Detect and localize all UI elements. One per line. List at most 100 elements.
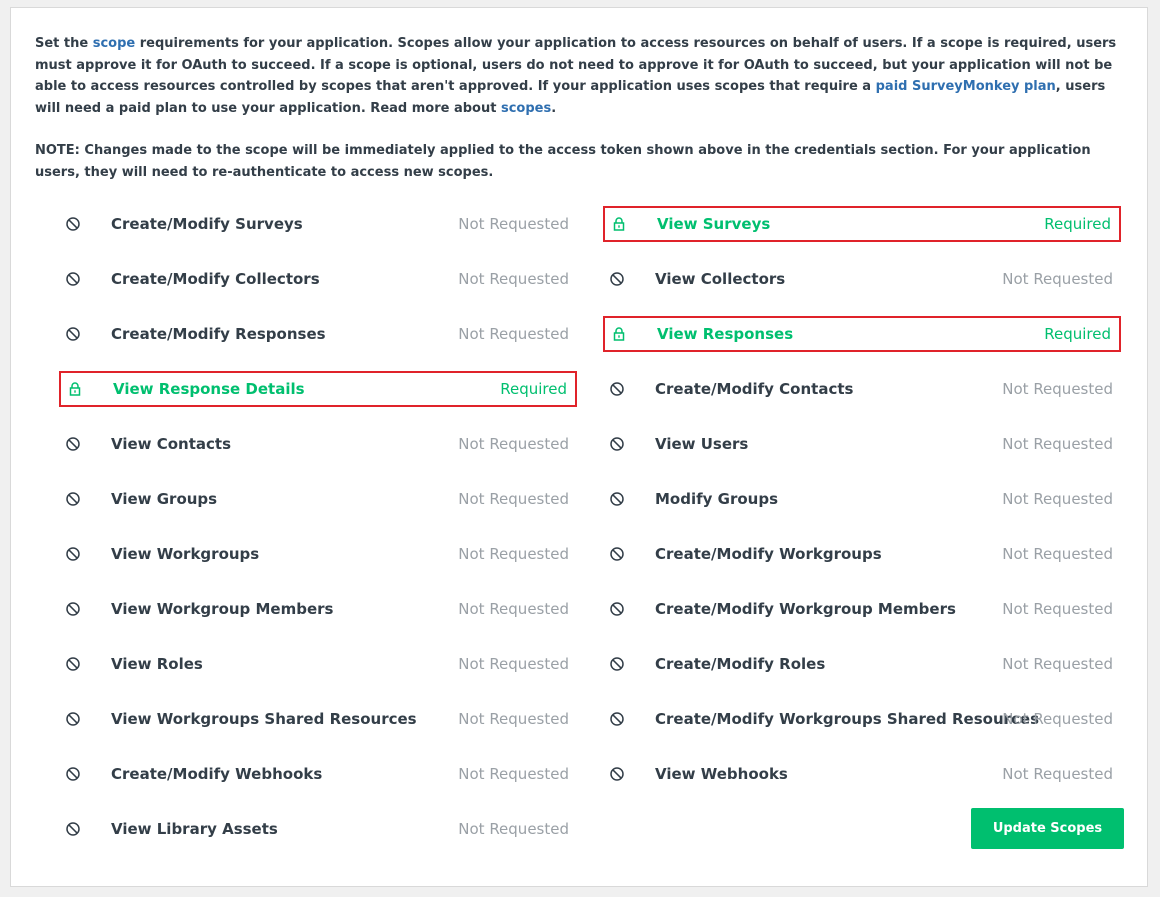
- scope-row[interactable]: View Contacts Not Requested: [59, 426, 577, 462]
- scopes-panel: Set the scope requirements for your appl…: [10, 7, 1148, 887]
- scopes-description: Set the scope requirements for your appl…: [35, 33, 1125, 119]
- scope-status[interactable]: Required: [500, 380, 567, 398]
- block-icon: [609, 436, 625, 452]
- scope-row[interactable]: View Roles Not Requested: [59, 646, 577, 682]
- scope-row[interactable]: View Library Assets Not Requested: [59, 811, 577, 847]
- scope-name: Create/Modify Collectors: [111, 270, 320, 288]
- block-icon: [65, 436, 81, 452]
- scope-status[interactable]: Not Requested: [458, 435, 569, 453]
- block-icon: [609, 546, 625, 562]
- scope-name: View Groups: [111, 490, 218, 508]
- scope-name: Modify Groups: [655, 490, 778, 508]
- scopes-link[interactable]: scopes: [501, 101, 551, 116]
- scopes-note: NOTE: Changes made to the scope will be …: [35, 143, 1091, 180]
- scope-status[interactable]: Not Requested: [1002, 655, 1113, 673]
- block-icon: [65, 271, 81, 287]
- scope-name: Create/Modify Workgroup Members: [655, 600, 956, 618]
- scope-name: Create/Modify Contacts: [655, 380, 854, 398]
- scope-status[interactable]: Not Requested: [1002, 270, 1113, 288]
- block-icon: [65, 766, 81, 782]
- block-icon: [65, 326, 81, 342]
- scope-status[interactable]: Not Requested: [458, 545, 569, 563]
- scope-row[interactable]: Create/Modify Workgroups Shared Resource…: [603, 701, 1121, 737]
- scope-status[interactable]: Not Requested: [458, 765, 569, 783]
- scope-status[interactable]: Not Requested: [1002, 765, 1113, 783]
- update-scopes-button[interactable]: Update Scopes: [971, 808, 1124, 849]
- block-icon: [65, 546, 81, 562]
- block-icon: [65, 601, 81, 617]
- scope-status[interactable]: Not Requested: [1002, 545, 1113, 563]
- scope-name: View Workgroups: [111, 545, 260, 563]
- scope-row[interactable]: View Collectors Not Requested: [603, 261, 1121, 297]
- scope-row[interactable]: Create/Modify Roles Not Requested: [603, 646, 1121, 682]
- scope-name: View Surveys: [657, 215, 771, 233]
- scope-status[interactable]: Not Requested: [458, 270, 569, 288]
- scope-row[interactable]: Modify Groups Not Requested: [603, 481, 1121, 517]
- block-icon: [65, 711, 81, 727]
- scope-row[interactable]: View Users Not Requested: [603, 426, 1121, 462]
- scope-name: Create/Modify Workgroups Shared Resource…: [655, 710, 1040, 728]
- scope-row[interactable]: Create/Modify Collectors Not Requested: [59, 261, 577, 297]
- scope-status[interactable]: Not Requested: [458, 325, 569, 343]
- scope-row[interactable]: View Surveys Required: [603, 206, 1121, 242]
- intro-text: .: [551, 100, 557, 116]
- scope-row[interactable]: Create/Modify Contacts Not Requested: [603, 371, 1121, 407]
- block-icon: [609, 381, 625, 397]
- scope-name: View Roles: [111, 655, 203, 673]
- lock-icon: [611, 326, 627, 342]
- block-icon: [609, 271, 625, 287]
- block-icon: [65, 216, 81, 232]
- scope-status[interactable]: Not Requested: [458, 710, 569, 728]
- scope-name: View Responses: [657, 325, 794, 343]
- scope-status[interactable]: Not Requested: [458, 215, 569, 233]
- scope-row[interactable]: Create/Modify Workgroups Not Requested: [603, 536, 1121, 572]
- block-icon: [609, 656, 625, 672]
- paid-plan-link[interactable]: paid SurveyMonkey plan: [876, 79, 1056, 94]
- block-icon: [609, 601, 625, 617]
- scope-row[interactable]: View Workgroups Not Requested: [59, 536, 577, 572]
- scope-name: View Workgroups Shared Resources: [111, 710, 417, 728]
- scope-row[interactable]: View Response Details Required: [59, 371, 577, 407]
- scope-status[interactable]: Not Requested: [1002, 600, 1113, 618]
- scope-status[interactable]: Not Requested: [458, 600, 569, 618]
- block-icon: [65, 821, 81, 837]
- scope-name: View Collectors: [655, 270, 786, 288]
- scope-status[interactable]: Not Requested: [458, 655, 569, 673]
- scope-row[interactable]: Create/Modify Surveys Not Requested: [59, 206, 577, 242]
- scope-name: View Library Assets: [111, 820, 278, 838]
- scope-row[interactable]: View Responses Required: [603, 316, 1121, 352]
- block-icon: [609, 711, 625, 727]
- scope-name: Create/Modify Roles: [655, 655, 826, 673]
- scope-name: Create/Modify Surveys: [111, 215, 303, 233]
- scope-row[interactable]: Create/Modify Workgroup Members Not Reque…: [603, 591, 1121, 627]
- lock-icon: [611, 216, 627, 232]
- lock-icon: [67, 381, 83, 397]
- intro-text: Set the: [35, 36, 93, 51]
- scope-name: View Users: [655, 435, 749, 453]
- block-icon: [65, 491, 81, 507]
- scope-status[interactable]: Required: [1044, 215, 1111, 233]
- block-icon: [609, 491, 625, 507]
- scope-row[interactable]: View Groups Not Requested: [59, 481, 577, 517]
- scope-row[interactable]: View Webhooks Not Requested: [603, 756, 1121, 792]
- scope-name: View Workgroup Members: [111, 600, 334, 618]
- scope-status[interactable]: Not Requested: [458, 820, 569, 838]
- scope-name: View Webhooks: [655, 765, 788, 783]
- scope-status[interactable]: Not Requested: [1002, 710, 1113, 728]
- scope-row[interactable]: Create/Modify Responses Not Requested: [59, 316, 577, 352]
- scope-status[interactable]: Not Requested: [458, 490, 569, 508]
- scope-row[interactable]: View Workgroups Shared Resources Not Requ…: [59, 701, 577, 737]
- scope-row[interactable]: View Workgroup Members Not Requested: [59, 591, 577, 627]
- scope-name: View Response Details: [113, 380, 305, 398]
- scope-name: Create/Modify Responses: [111, 325, 326, 343]
- scope-status[interactable]: Not Requested: [1002, 490, 1113, 508]
- scope-row[interactable]: Create/Modify Webhooks Not Requested: [59, 756, 577, 792]
- block-icon: [609, 766, 625, 782]
- scope-status[interactable]: Not Requested: [1002, 435, 1113, 453]
- block-icon: [65, 656, 81, 672]
- scope-status[interactable]: Required: [1044, 325, 1111, 343]
- scope-name: Create/Modify Webhooks: [111, 765, 323, 783]
- scope-name: View Contacts: [111, 435, 232, 453]
- scope-link[interactable]: scope: [93, 36, 136, 51]
- scope-status[interactable]: Not Requested: [1002, 380, 1113, 398]
